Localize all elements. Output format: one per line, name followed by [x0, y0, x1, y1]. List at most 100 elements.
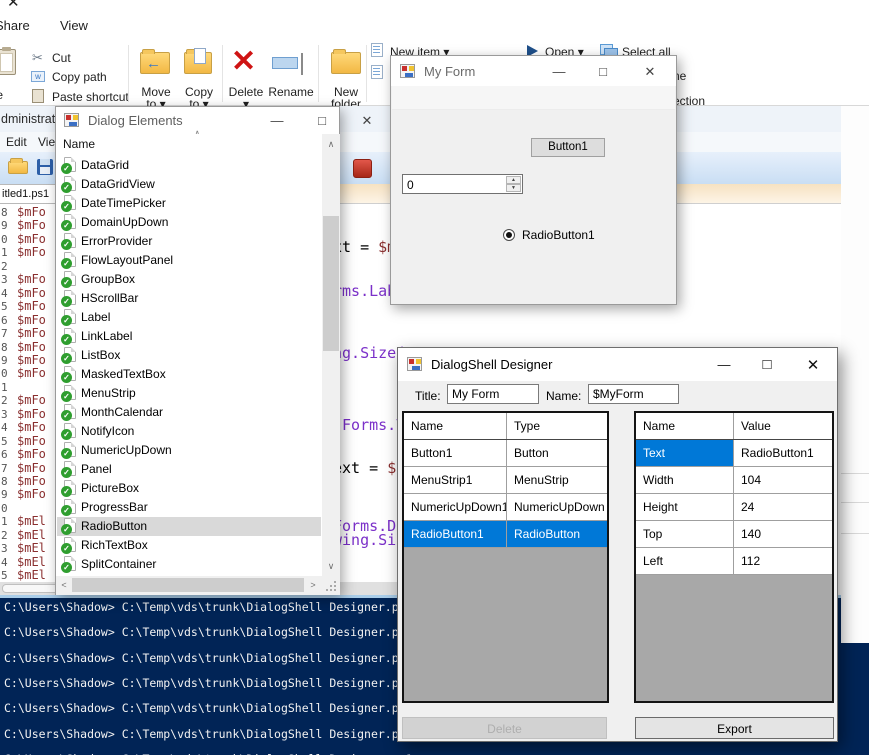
radiobutton1-label[interactable]: RadioButton1	[522, 228, 595, 242]
list-item[interactable]: ✓ListBox	[57, 346, 321, 365]
table-cell[interactable]: 140	[734, 521, 832, 547]
table-row[interactable]: Width104	[636, 467, 832, 494]
column-header[interactable]: Name	[636, 413, 734, 439]
list-item[interactable]: ✓DateTimePicker	[57, 194, 321, 213]
column-header[interactable]: Name	[404, 413, 507, 439]
paste-shortcut-button[interactable]: Paste shortcut	[52, 90, 129, 104]
column-header-name[interactable]: Name	[56, 134, 322, 155]
save-icon[interactable]	[37, 159, 53, 175]
rename-button[interactable]: Rename	[266, 85, 316, 99]
table-cell[interactable]: Button	[507, 440, 607, 466]
table-cell[interactable]: 104	[734, 467, 832, 493]
delete-button[interactable]: Delete	[402, 717, 607, 739]
table-cell[interactable]: RadioButton1	[734, 440, 832, 466]
table-row[interactable]: MenuStrip1MenuStrip	[404, 467, 607, 494]
table-row[interactable]: NumericUpDown1NumericUpDown	[404, 494, 607, 521]
scroll-right-icon[interactable]: >	[307, 580, 319, 590]
spin-up-button[interactable]: ▲	[506, 176, 521, 184]
open-file-icon[interactable]	[8, 161, 28, 174]
menu-edit[interactable]: Edit	[6, 135, 27, 149]
maximize-button[interactable]: □	[587, 64, 619, 79]
close-button[interactable]: ✕	[797, 356, 829, 374]
hscroll-thumb[interactable]	[72, 578, 304, 592]
minimize-button[interactable]: —	[261, 113, 293, 128]
list-item[interactable]: ✓ProgressBar	[57, 498, 321, 517]
list-item[interactable]: ✓DomainUpDown	[57, 213, 321, 232]
table-row[interactable]: Button1Button	[404, 440, 607, 467]
maximize-button[interactable]: □	[751, 356, 783, 373]
scroll-down-icon[interactable]: ∨	[323, 561, 339, 572]
close-button[interactable]: ✕	[634, 64, 666, 80]
table-row[interactable]: RadioButton1RadioButton	[404, 521, 607, 548]
table-cell[interactable]: Height	[636, 494, 734, 520]
list-item[interactable]: ✓NumericUpDown	[57, 441, 321, 460]
list-item[interactable]: ✓Panel	[57, 460, 321, 479]
table-row[interactable]: Height24	[636, 494, 832, 521]
table-cell[interactable]: Top	[636, 521, 734, 547]
list-item[interactable]: ✓Label	[57, 308, 321, 327]
table-cell[interactable]: MenuStrip	[507, 467, 607, 493]
table-row[interactable]: TextRadioButton1	[636, 440, 832, 467]
table-cell[interactable]: NumericUpDown1	[404, 494, 507, 520]
paste-label[interactable]: ste	[0, 88, 3, 102]
radiobutton1-control[interactable]	[503, 229, 515, 241]
table-cell[interactable]: 24	[734, 494, 832, 520]
table-cell[interactable]: Text	[636, 440, 734, 466]
table-row[interactable]: Left112	[636, 548, 832, 575]
list-item[interactable]: ✓RichTextBox	[57, 536, 321, 555]
table-cell[interactable]: Left	[636, 548, 734, 574]
table-cell[interactable]: Button1	[404, 440, 507, 466]
list-vscrollbar[interactable]: ∧ ∨	[322, 134, 340, 576]
column-header[interactable]: Value	[734, 413, 832, 439]
properties-table[interactable]: NameValueTextRadioButton1Width104Height2…	[634, 411, 834, 703]
resize-grip[interactable]	[322, 576, 340, 595]
list-item[interactable]: ✓MonthCalendar	[57, 403, 321, 422]
maximize-button[interactable]: □	[306, 113, 338, 128]
list-item[interactable]: ✓LinkLabel	[57, 327, 321, 346]
check-icon: ✓	[61, 391, 72, 402]
list-item[interactable]: ✓DataGridView	[57, 175, 321, 194]
spin-down-button[interactable]: ▼	[506, 184, 521, 192]
vscroll-thumb[interactable]	[323, 216, 339, 351]
script-tab[interactable]: itled1.ps1	[0, 184, 58, 204]
list-item[interactable]: ✓ErrorProvider	[57, 232, 321, 251]
button1[interactable]: Button1	[531, 138, 605, 157]
numeric-updown[interactable]: 0 ▲ ▼	[402, 174, 523, 194]
name-field-input[interactable]: $MyForm	[588, 384, 679, 404]
export-button[interactable]: Export	[635, 717, 834, 739]
title-field-input[interactable]: My Form	[447, 384, 539, 404]
copy-path-button[interactable]: Copy path	[52, 70, 107, 84]
scroll-up-icon[interactable]: ∧	[323, 139, 339, 150]
list-item[interactable]: ✓DataGrid	[57, 156, 321, 175]
close-button[interactable]: ✕	[351, 113, 383, 129]
list-item[interactable]: ✓FlowLayoutPanel	[57, 251, 321, 270]
scroll-left-icon[interactable]: <	[58, 580, 70, 590]
table-cell[interactable]: NumericUpDown	[507, 494, 607, 520]
designer-titlebar[interactable]: DialogShell Designer — □ ✕	[398, 348, 837, 381]
tab-share[interactable]: Share	[0, 18, 30, 33]
list-item[interactable]: ✓PictureBox	[57, 479, 321, 498]
menu-view-fragment[interactable]: Vie	[38, 135, 55, 149]
list-hscrollbar[interactable]: < >	[56, 576, 322, 595]
cut-button[interactable]: Cut	[52, 51, 71, 65]
list-item[interactable]: ✓GroupBox	[57, 270, 321, 289]
table-cell[interactable]: Width	[636, 467, 734, 493]
list-item[interactable]: ✓SplitContainer	[57, 555, 321, 574]
column-header[interactable]: Type	[507, 413, 607, 439]
list-item[interactable]: ✓MaskedTextBox	[57, 365, 321, 384]
table-cell[interactable]: RadioButton	[507, 521, 607, 547]
table-row[interactable]: Top140	[636, 521, 832, 548]
list-item[interactable]: ✓RadioButton	[57, 517, 321, 536]
table-cell[interactable]: MenuStrip1	[404, 467, 507, 493]
stop-button-icon[interactable]	[351, 157, 373, 179]
controls-table[interactable]: NameTypeButton1ButtonMenuStrip1MenuStrip…	[402, 411, 609, 703]
my-form-titlebar[interactable]: My Form — □ ✕	[391, 56, 676, 86]
minimize-button[interactable]: —	[708, 357, 740, 372]
list-item[interactable]: ✓MenuStrip	[57, 384, 321, 403]
table-cell[interactable]: RadioButton1	[404, 521, 507, 547]
list-item[interactable]: ✓HScrollBar	[57, 289, 321, 308]
minimize-button[interactable]: —	[543, 64, 575, 79]
list-item[interactable]: ✓NotifyIcon	[57, 422, 321, 441]
table-cell[interactable]: 112	[734, 548, 832, 574]
tab-view[interactable]: View	[60, 18, 88, 33]
